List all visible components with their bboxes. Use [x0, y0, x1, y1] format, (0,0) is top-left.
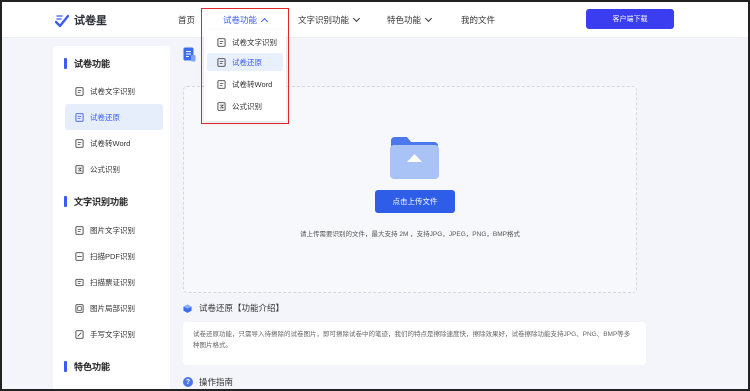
- brand-logo[interactable]: 试卷星: [55, 12, 107, 28]
- intro-section-title: 试卷还原【功能介绍】: [183, 302, 284, 314]
- sidebar: 试卷功能 试卷文字识别 试卷还原 试卷转Word 公式识别 文字识别功能 图片文…: [53, 46, 170, 391]
- sidebar-item-label: 图片文字识别: [90, 225, 135, 235]
- sidebar-item-image-text-recognition[interactable]: 图片文字识别: [65, 217, 163, 243]
- document-icon: [217, 37, 226, 47]
- sidebar-item-label: 手写文字识别: [90, 329, 135, 339]
- sidebar-section-text-recognition: 文字识别功能: [64, 195, 128, 207]
- nav-home[interactable]: 首页: [178, 14, 195, 26]
- sidebar-item-label: 试卷还原: [90, 112, 120, 122]
- nav-exam-functions[interactable]: 试卷功能: [223, 14, 269, 26]
- chevron-down-icon: [352, 14, 361, 23]
- sidebar-item-label: 图片局部识别: [90, 303, 135, 313]
- handwriting-icon: [75, 329, 84, 339]
- image-icon: [75, 225, 84, 235]
- sidebar-section-exam-functions: 试卷功能: [64, 57, 110, 69]
- sidebar-item-label: 试卷文字识别: [90, 86, 135, 96]
- logo-icon: [55, 14, 69, 27]
- formula-icon: [75, 164, 84, 174]
- dropdown-item-formula-recognition[interactable]: 公式识别: [207, 97, 283, 115]
- page-title-icon: [183, 47, 196, 62]
- sidebar-section-special-functions: 特色功能: [64, 360, 110, 372]
- crop-icon: [75, 303, 84, 313]
- document-icon: [75, 86, 84, 96]
- sidebar-section-title: 特色功能: [74, 361, 111, 372]
- section-accent-bar: [64, 195, 67, 207]
- exam-functions-dropdown: 试卷文字识别 试卷还原 试卷转Word 公式识别: [204, 30, 286, 121]
- guide-title-text: 操作指南: [199, 377, 234, 387]
- nav-special-functions-label: 特色功能: [387, 15, 422, 25]
- folder-upload-icon: [390, 137, 439, 179]
- nav-my-files-label: 我的文件: [461, 15, 496, 25]
- client-download-button[interactable]: 客户端下载: [586, 9, 674, 29]
- intro-title-text: 试卷还原【功能介绍】: [199, 303, 285, 313]
- dropdown-item-label: 试卷转Word: [232, 79, 273, 89]
- document-icon: [217, 57, 226, 67]
- cube-icon: [183, 303, 192, 313]
- sidebar-item-label: 扫描票证识别: [90, 277, 135, 287]
- top-navigation-bar: 试卷星 首页 试卷功能 文字识别功能 特色功能 我的文件 客户端下载: [0, 0, 750, 38]
- sidebar-item-image-partial-recognition[interactable]: 图片局部识别: [65, 295, 163, 321]
- document-icon: [75, 138, 84, 148]
- dropdown-item-exam-text-recognition[interactable]: 试卷文字识别: [207, 33, 283, 51]
- sidebar-section-title: 试卷功能: [74, 58, 111, 69]
- sidebar-item-exam-restore[interactable]: 试卷还原: [65, 104, 163, 130]
- ticket-icon: [75, 278, 84, 286]
- dropdown-item-label: 试卷文字识别: [232, 37, 277, 47]
- chevron-down-icon: [424, 14, 433, 23]
- intro-description: 试卷还原功能，只需导入待擦除的试卷图片，即可擦除试卷中的笔迹，我们的特点是擦除速…: [183, 322, 646, 365]
- dropdown-item-label: 试卷还原: [232, 57, 262, 67]
- formula-icon: [217, 101, 226, 111]
- sidebar-item-scan-ticket-recognition[interactable]: 扫描票证识别: [65, 269, 163, 295]
- brand-name: 试卷星: [74, 15, 107, 27]
- dropdown-item-exam-restore[interactable]: 试卷还原: [207, 53, 283, 71]
- question-icon: ?: [183, 377, 193, 387]
- section-accent-bar: [64, 360, 67, 372]
- sidebar-item-label: 公式识别: [90, 164, 120, 174]
- upload-hint-text: 请上传需要识别的文件，最大支持 2M ，支持JPG，JPEG，PNG，BMP格式: [300, 231, 520, 238]
- document-icon: [75, 112, 84, 122]
- sidebar-item-handwriting-recognition[interactable]: 手写文字识别: [65, 321, 163, 347]
- sidebar-item-label: 扫描PDF识别: [90, 251, 135, 261]
- dropdown-item-exam-to-word[interactable]: 试卷转Word: [207, 75, 283, 93]
- nav-text-recognition-label: 文字识别功能: [298, 15, 350, 25]
- upload-file-button[interactable]: 点击上传文件: [375, 190, 455, 213]
- nav-special-functions[interactable]: 特色功能: [387, 14, 433, 26]
- section-accent-bar: [64, 57, 67, 69]
- chevron-up-icon: [260, 17, 269, 25]
- nav-home-label: 首页: [178, 15, 196, 25]
- sidebar-item-exam-text-recognition[interactable]: 试卷文字识别: [65, 78, 163, 104]
- sidebar-item-label: 试卷转Word: [90, 138, 131, 148]
- guide-section-title: ? 操作指南: [183, 376, 233, 388]
- nav-text-recognition[interactable]: 文字识别功能: [298, 14, 361, 26]
- scan-icon: [75, 251, 84, 261]
- sidebar-item-scan-pdf-recognition[interactable]: 扫描PDF识别: [65, 243, 163, 269]
- nav-my-files[interactable]: 我的文件: [461, 14, 495, 26]
- dropdown-item-label: 公式识别: [232, 101, 262, 111]
- sidebar-section-title: 文字识别功能: [74, 196, 129, 207]
- sidebar-item-formula-recognition[interactable]: 公式识别: [65, 156, 163, 182]
- document-icon: [217, 79, 226, 89]
- sidebar-item-exam-to-word[interactable]: 试卷转Word: [65, 130, 163, 156]
- nav-exam-functions-label: 试卷功能: [223, 15, 258, 25]
